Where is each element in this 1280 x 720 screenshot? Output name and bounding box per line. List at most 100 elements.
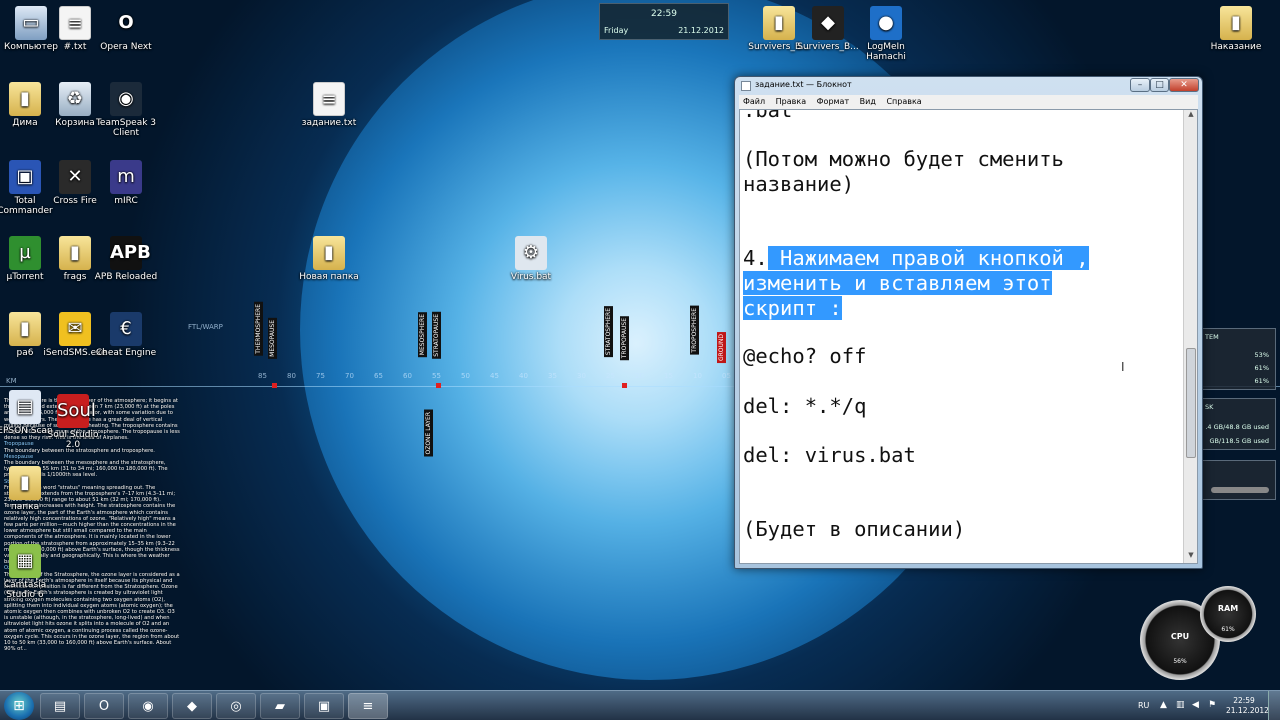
desktop-icon[interactable]: ⚙ Virus.bat bbox=[499, 236, 563, 282]
window-title: задание.txt — Блокнот bbox=[755, 80, 852, 89]
chrome-taskbar-icon[interactable]: ◉ bbox=[128, 693, 168, 719]
opera-taskbar-icon[interactable]: O bbox=[84, 693, 124, 719]
scale-tick-label: 25 bbox=[606, 372, 615, 380]
desktop-icon-label: LogMeIn Hamachi bbox=[866, 42, 906, 62]
menu-file[interactable]: Файл bbox=[739, 95, 769, 106]
desktop-icon-label: APB Reloaded bbox=[94, 272, 158, 282]
hamachi-icon: ● bbox=[870, 6, 902, 40]
minimize-button[interactable]: – bbox=[1130, 78, 1150, 92]
desktop-icon[interactable]: € Cheat Engine bbox=[94, 312, 158, 358]
media-gadget[interactable] bbox=[1200, 460, 1276, 500]
cheat-engine-icon: € bbox=[110, 312, 142, 346]
folder-icon: ▮ bbox=[313, 236, 345, 270]
scale-tick-label: 85 bbox=[258, 372, 267, 380]
desktop-icon-label: Virus.bat bbox=[510, 272, 552, 282]
menu-format[interactable]: Формат bbox=[813, 95, 853, 106]
text-editor-area[interactable]: .bat (Потом можно будет сменить название) 4… bbox=[739, 109, 1198, 564]
desktop-icon[interactable]: ≡ задание.txt bbox=[297, 82, 361, 128]
clock-date: 21.12.2012 bbox=[1226, 706, 1269, 715]
gadget-title: TEM bbox=[1205, 333, 1219, 341]
desktop-icon[interactable]: m mIRC bbox=[94, 160, 158, 206]
desktop-icon-label: µTorrent bbox=[6, 272, 44, 282]
vertical-scrollbar[interactable]: ▲ ▼ bbox=[1183, 110, 1197, 563]
ground-label: GROUND bbox=[717, 332, 726, 364]
scale-tick-label: 75 bbox=[316, 372, 325, 380]
desktop-icon-label: frags bbox=[63, 272, 87, 282]
folder-icon: ▮ bbox=[9, 466, 41, 500]
show-desktop-button[interactable] bbox=[1268, 691, 1280, 720]
text-line: del: virus.bat bbox=[743, 443, 916, 467]
clock-day: Friday bbox=[604, 26, 629, 35]
desktop-icon-label: Новая папка bbox=[299, 272, 359, 282]
desktop-icon[interactable]: ▮ Новая папка bbox=[297, 236, 361, 282]
taskbar: ⊞ ▤ O ◉ ◆ ◎ ▰ ▣ ≡ RU ▲ ▥ ◀ ⚑ 22:59 21.12.2012 bbox=[0, 690, 1280, 720]
desktop-icon-label: #.txt bbox=[63, 42, 87, 52]
network-icon[interactable]: ▥ bbox=[1176, 700, 1185, 710]
flag-icon[interactable]: ⚑ bbox=[1208, 700, 1216, 710]
desktop-icon[interactable]: Soul Soul Studio 2.0 bbox=[41, 394, 105, 450]
scroll-down-icon[interactable]: ▼ bbox=[1184, 551, 1197, 563]
selected-text: скрипт : bbox=[743, 296, 842, 320]
network-taskbar-icon[interactable]: ▣ bbox=[304, 693, 344, 719]
stratosphere-label: STRATOSPHERE bbox=[604, 306, 613, 358]
unity-taskbar-icon[interactable]: ◆ bbox=[172, 693, 212, 719]
menu-edit[interactable]: Правка bbox=[772, 95, 810, 106]
desktop-icon[interactable]: APB APB Reloaded bbox=[94, 236, 158, 282]
menu-view[interactable]: Вид bbox=[856, 95, 880, 106]
stratopause-label: STRATOPAUSE bbox=[432, 312, 441, 359]
disk-gadget[interactable]: SK .4 GB/48.8 GB used GB/118.5 GB used bbox=[1200, 398, 1276, 450]
maximize-button[interactable]: □ bbox=[1150, 78, 1169, 92]
teamspeak-taskbar-icon[interactable]: ◎ bbox=[216, 693, 256, 719]
clock-gadget[interactable]: 22:59 Friday 21.12.2012 bbox=[599, 3, 729, 40]
mirc-icon: m bbox=[110, 160, 142, 194]
text-segment: 4. bbox=[743, 246, 768, 270]
desktop-icon[interactable]: ▦ Camtasia Studio 6 bbox=[0, 544, 57, 600]
desktop-icon-label: ра6 bbox=[16, 348, 34, 358]
close-button[interactable]: ✕ bbox=[1169, 78, 1199, 92]
camtasia-icon: ▦ bbox=[9, 544, 41, 578]
mesopause-label: MESOPAUSE bbox=[268, 318, 277, 359]
desktop-icon[interactable]: ◉ TeamSpeak 3 Client bbox=[94, 82, 158, 138]
system-monitor-gadget[interactable]: TEM 53% 61% 61% bbox=[1200, 328, 1276, 390]
system-clock[interactable]: 22:59 21.12.2012 bbox=[1226, 696, 1269, 716]
text-line: @echo? off bbox=[743, 344, 867, 368]
desktop-icon-label: Дима bbox=[12, 118, 38, 128]
mesosphere-label: MESOSPHERE bbox=[418, 312, 427, 358]
ram-gauge[interactable]: RAM 61% bbox=[1200, 586, 1256, 642]
notepad-titlebar[interactable]: задание.txt — Блокнот – □ ✕ bbox=[735, 77, 1202, 95]
desktop-icon[interactable]: ● LogMeIn Hamachi bbox=[854, 6, 918, 62]
desktop-icon-label: Cheat Engine bbox=[95, 348, 157, 358]
text-line-highlighted: изменить и вставляем этот bbox=[743, 271, 1052, 296]
notepad-window[interactable]: задание.txt — Блокнот – □ ✕ Файл Правка … bbox=[734, 76, 1203, 569]
desktop-icon[interactable]: ▮ Наказание bbox=[1204, 6, 1268, 52]
language-indicator[interactable]: RU bbox=[1138, 701, 1149, 710]
volume-slider[interactable] bbox=[1211, 487, 1269, 493]
notepad-app-icon[interactable] bbox=[741, 81, 751, 91]
explorer-taskbar-icon[interactable]: ▤ bbox=[40, 693, 80, 719]
desktop-icon[interactable]: ◆ Survivers_B... bbox=[796, 6, 860, 52]
text-line: .bat bbox=[743, 109, 793, 122]
clock-date: 21.12.2012 bbox=[678, 26, 724, 35]
scale-tick-label: 50 bbox=[461, 372, 470, 380]
ibeam-cursor-icon: I bbox=[1121, 360, 1125, 374]
volume-icon[interactable]: ◀ bbox=[1192, 700, 1199, 710]
tray-arrow-icon[interactable]: ▲ bbox=[1160, 700, 1167, 710]
total-commander-icon: ▣ bbox=[9, 160, 41, 194]
text-line: del: *.*/q bbox=[743, 394, 867, 418]
folder-icon: ▮ bbox=[9, 82, 41, 116]
scale-tick-label: 55 bbox=[432, 372, 441, 380]
notepad-taskbar-icon[interactable]: ≡ bbox=[348, 693, 388, 719]
start-button[interactable]: ⊞ bbox=[4, 692, 34, 720]
desktop-icon[interactable]: O Opera Next bbox=[94, 6, 158, 52]
scale-tick-label: 30 bbox=[577, 372, 586, 380]
menu-help[interactable]: Справка bbox=[882, 95, 925, 106]
apb-icon: APB bbox=[110, 236, 151, 270]
scroll-up-icon[interactable]: ▲ bbox=[1184, 110, 1197, 122]
camtasia-taskbar-icon[interactable]: ▰ bbox=[260, 693, 300, 719]
gadget-value: .4 GB/48.8 GB used bbox=[1205, 423, 1269, 431]
desktop-icon-label: Soul Studio 2.0 bbox=[47, 430, 99, 450]
scroll-thumb[interactable] bbox=[1186, 348, 1196, 458]
isendsms-icon: ✉ bbox=[59, 312, 91, 346]
desktop-icon[interactable]: ▮ папка bbox=[0, 466, 57, 512]
text-line-highlighted: 4. Нажимаем правой кнопкой , bbox=[743, 246, 1089, 271]
